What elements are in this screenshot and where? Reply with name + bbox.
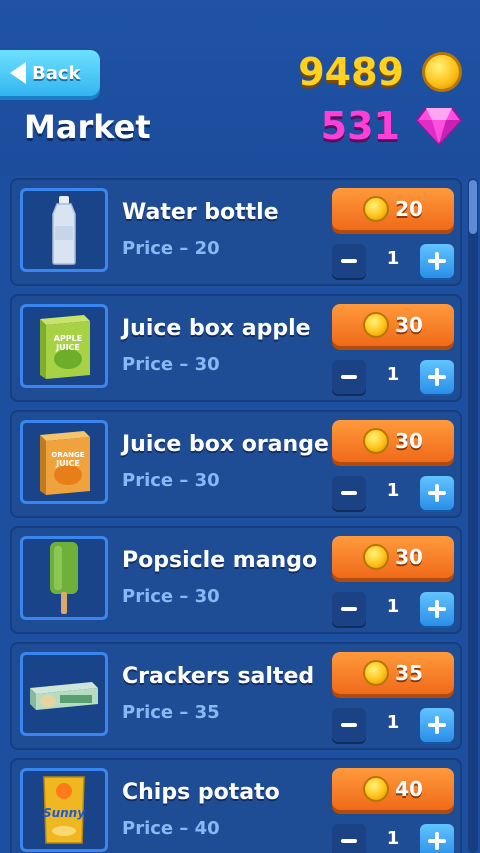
market-list[interactable]: Water bottle Price – 20 20 1 APPLE JUICE… xyxy=(10,178,462,853)
coins-value: 9489 xyxy=(298,50,404,94)
market-item-popsicle-mango: Popsicle mango Price – 30 30 1 xyxy=(10,526,462,634)
quantity-value: 1 xyxy=(386,480,400,501)
item-price: Price – 20 xyxy=(122,238,220,259)
item-thumbnail xyxy=(20,652,108,736)
market-item-water-bottle: Water bottle Price – 20 20 1 xyxy=(10,178,462,286)
increase-button[interactable] xyxy=(420,476,454,510)
item-thumbnail: APPLE JUICE xyxy=(20,304,108,388)
quantity-value: 1 xyxy=(386,828,400,849)
buy-button[interactable]: 20 xyxy=(332,188,454,230)
item-name: Juice box apple xyxy=(122,316,311,341)
increase-button[interactable] xyxy=(420,244,454,278)
quantity-value: 1 xyxy=(386,596,400,617)
buy-price: 30 xyxy=(395,545,423,569)
buy-price: 20 xyxy=(395,197,423,221)
coin-icon xyxy=(363,196,390,222)
svg-text:APPLE: APPLE xyxy=(54,334,82,343)
decrease-button[interactable] xyxy=(332,360,366,394)
coin-icon xyxy=(363,544,390,570)
decrease-button[interactable] xyxy=(332,708,366,742)
market-item-crackers-salted: Crackers salted Price – 35 35 1 xyxy=(10,642,462,750)
item-name: Water bottle xyxy=(122,200,279,225)
svg-text:JUICE: JUICE xyxy=(55,343,80,352)
market-item-juice-box-apple: APPLE JUICE Juice box apple Price – 30 3… xyxy=(10,294,462,402)
gems-value: 531 xyxy=(320,104,400,148)
item-price: Price – 30 xyxy=(122,354,220,375)
item-name: Crackers salted xyxy=(122,664,315,689)
item-thumbnail: ORANGE JUICE xyxy=(20,420,108,504)
item-thumbnail xyxy=(20,188,108,272)
increase-button[interactable] xyxy=(420,708,454,742)
buy-button[interactable]: 40 xyxy=(332,768,454,810)
buy-price: 35 xyxy=(395,661,423,685)
coin-icon xyxy=(363,428,390,454)
buy-button[interactable]: 30 xyxy=(332,304,454,346)
gems-balance: 531 xyxy=(320,104,463,148)
quantity-value: 1 xyxy=(386,248,400,269)
back-button[interactable]: Back xyxy=(0,50,100,96)
gem-icon xyxy=(415,106,463,146)
market-item-juice-box-orange: ORANGE JUICE Juice box orange Price – 30… xyxy=(10,410,462,518)
buy-price: 30 xyxy=(395,313,423,337)
svg-text:Sunny: Sunny xyxy=(43,806,86,820)
item-name: Juice box orange xyxy=(122,432,329,457)
chips-bag-icon: Sunny xyxy=(43,776,86,844)
svg-text:ORANGE: ORANGE xyxy=(51,451,84,459)
quantity-value: 1 xyxy=(386,364,400,385)
header-bar: Back Market 9489 531 xyxy=(0,0,480,176)
list-scrollbar[interactable] xyxy=(468,178,478,853)
scrollbar-thumb[interactable] xyxy=(469,180,477,234)
item-name: Popsicle mango xyxy=(122,548,318,573)
minus-icon xyxy=(341,259,357,263)
item-price: Price – 40 xyxy=(122,818,220,839)
quantity-stepper: 1 xyxy=(332,360,454,394)
popsicle-icon xyxy=(50,542,78,614)
market-item-chips-potato: Sunny Chips potato Price – 40 40 1 xyxy=(10,758,462,853)
buy-price: 30 xyxy=(395,429,423,453)
buy-button[interactable]: 35 xyxy=(332,652,454,694)
buy-button[interactable]: 30 xyxy=(332,420,454,462)
coin-icon xyxy=(422,52,462,92)
coin-icon xyxy=(363,776,390,802)
minus-icon xyxy=(341,607,357,611)
item-price: Price – 35 xyxy=(122,702,220,723)
svg-text:JUICE: JUICE xyxy=(55,459,80,468)
quantity-stepper: 1 xyxy=(332,476,454,510)
item-thumbnail xyxy=(20,536,108,620)
quantity-stepper: 1 xyxy=(332,824,454,853)
increase-button[interactable] xyxy=(420,360,454,394)
minus-icon xyxy=(341,491,357,495)
decrease-button[interactable] xyxy=(332,824,366,853)
minus-icon xyxy=(341,839,357,843)
quantity-value: 1 xyxy=(386,712,400,733)
quantity-stepper: 1 xyxy=(332,592,454,626)
buy-button[interactable]: 30 xyxy=(332,536,454,578)
coins-balance: 9489 xyxy=(298,50,462,94)
back-label: Back xyxy=(32,62,81,84)
item-price: Price – 30 xyxy=(122,586,220,607)
crackers-icon xyxy=(30,682,98,710)
back-arrow-icon xyxy=(10,62,26,84)
juice-box-apple-icon: APPLE JUICE xyxy=(40,315,90,379)
buy-price: 40 xyxy=(395,777,423,801)
minus-icon xyxy=(341,723,357,727)
decrease-button[interactable] xyxy=(332,244,366,278)
minus-icon xyxy=(341,375,357,379)
water-bottle-icon xyxy=(52,196,76,265)
increase-button[interactable] xyxy=(420,592,454,626)
juice-box-orange-icon: ORANGE JUICE xyxy=(40,431,90,495)
coin-icon xyxy=(363,660,390,686)
item-price: Price – 30 xyxy=(122,470,220,491)
decrease-button[interactable] xyxy=(332,592,366,626)
quantity-stepper: 1 xyxy=(332,708,454,742)
item-name: Chips potato xyxy=(122,780,280,805)
quantity-stepper: 1 xyxy=(332,244,454,278)
page-title: Market xyxy=(24,108,151,146)
item-thumbnail: Sunny xyxy=(20,768,108,852)
decrease-button[interactable] xyxy=(332,476,366,510)
coin-icon xyxy=(363,312,390,338)
increase-button[interactable] xyxy=(420,824,454,853)
